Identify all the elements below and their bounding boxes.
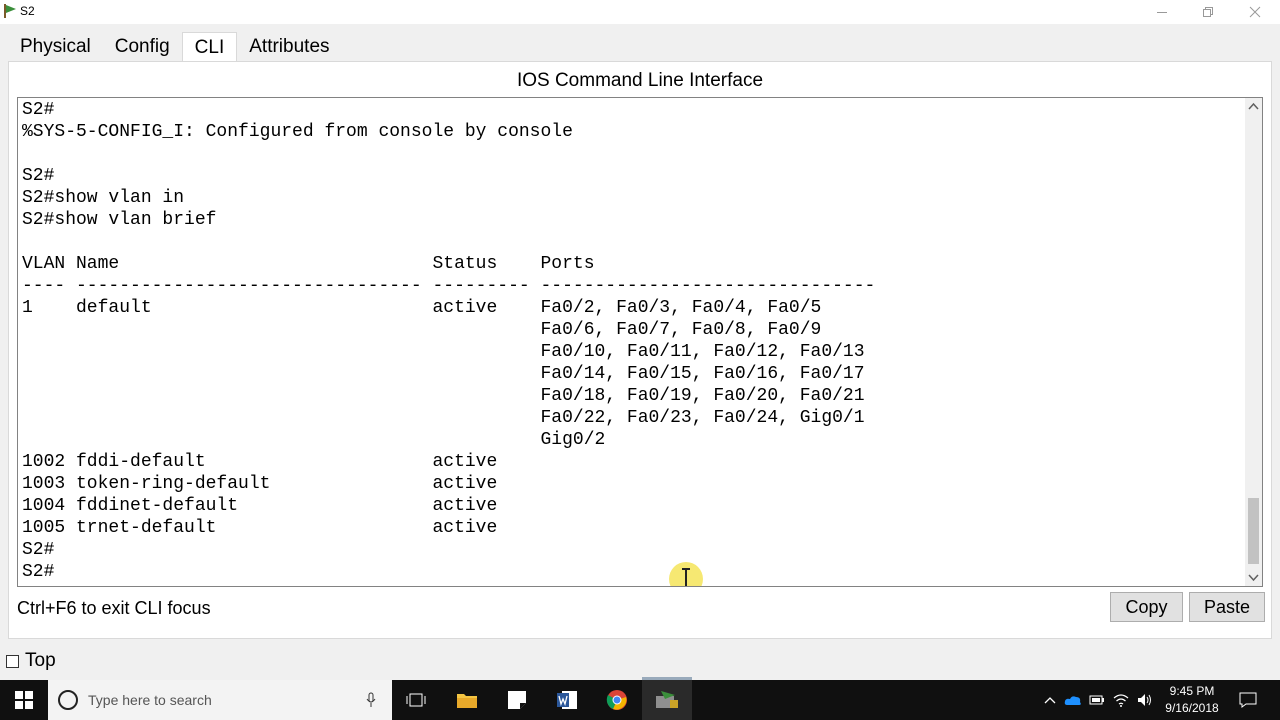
- text-cursor-highlight-icon: [669, 562, 703, 586]
- tab-config[interactable]: Config: [103, 32, 182, 62]
- scroll-thumb[interactable]: [1248, 498, 1259, 564]
- tab-cli[interactable]: CLI: [181, 32, 238, 63]
- terminal-line: S2#show vlan brief: [22, 210, 217, 230]
- close-window-button[interactable]: [1232, 0, 1278, 24]
- minimize-button[interactable]: [1139, 0, 1185, 24]
- chevron-up-icon: [1044, 697, 1056, 704]
- tab-physical[interactable]: Physical: [8, 32, 103, 62]
- tab-attributes[interactable]: Attributes: [237, 32, 341, 62]
- terminal-line: 1002 fddi-default active: [22, 452, 498, 472]
- battery-icon: [1089, 695, 1104, 705]
- terminal-line: ---- -------------------------------- --…: [22, 276, 876, 296]
- show-hidden-icons-button[interactable]: [1040, 680, 1060, 720]
- task-view-button[interactable]: [392, 680, 440, 720]
- word-button[interactable]: [542, 680, 592, 720]
- terminal-line: %SYS-5-CONFIG_I: Configured from console…: [22, 122, 573, 142]
- terminal-line: S2#show vlan in: [22, 188, 185, 208]
- restore-button[interactable]: [1185, 0, 1231, 24]
- word-icon: [557, 691, 577, 709]
- terminal-line: S2#: [22, 562, 55, 582]
- terminal-line: 1004 fddinet-default active: [22, 496, 498, 516]
- start-button[interactable]: [0, 680, 48, 720]
- chrome-icon: [606, 690, 627, 710]
- windows-start-icon: [15, 691, 33, 709]
- cli-heading: IOS Command Line Interface: [516, 70, 764, 91]
- terminal-scrollbar[interactable]: [1245, 98, 1262, 586]
- terminal-line: 1003 token-ring-default active: [22, 474, 498, 494]
- taskbar-search-box[interactable]: Type here to search: [48, 680, 392, 720]
- terminal-line: 1 default active Fa0/2, Fa0/3, Fa0/4, Fa…: [22, 298, 822, 318]
- top-checkbox-row[interactable]: Top: [6, 650, 56, 672]
- battery-tray-button[interactable]: [1086, 680, 1108, 720]
- active-app-indicator: [642, 677, 692, 680]
- terminal-line: Fa0/10, Fa0/11, Fa0/12, Fa0/13: [22, 342, 865, 362]
- sticky-notes-button[interactable]: [492, 680, 542, 720]
- sticky-notes-icon: [508, 691, 526, 709]
- file-explorer-icon: [457, 694, 477, 708]
- top-checkbox-label: Top: [25, 650, 56, 671]
- terminal-line: 1005 trnet-default active: [22, 518, 498, 538]
- window-title: S2: [20, 4, 35, 18]
- volume-tray-button[interactable]: [1134, 680, 1156, 720]
- window-title-bar: S2: [0, 0, 1280, 24]
- packet-tracer-taskbar-button[interactable]: [642, 680, 692, 720]
- taskbar: Type here to search 9:45 PM 9/16/2018: [0, 680, 1280, 720]
- chrome-button[interactable]: [592, 680, 642, 720]
- cortana-icon: [58, 690, 78, 710]
- cli-terminal[interactable]: S2# %SYS-5-CONFIG_I: Configured from con…: [17, 97, 1263, 587]
- microphone-icon[interactable]: [366, 692, 376, 708]
- scroll-down-icon[interactable]: [1248, 574, 1259, 582]
- taskbar-clock[interactable]: 9:45 PM 9/16/2018: [1162, 683, 1222, 717]
- terminal-line: S2#: [22, 100, 55, 120]
- restore-icon: [1203, 7, 1213, 17]
- wifi-tray-button[interactable]: [1110, 680, 1132, 720]
- onedrive-tray-button[interactable]: [1062, 680, 1084, 720]
- wifi-icon: [1113, 694, 1129, 707]
- action-center-button[interactable]: [1228, 680, 1268, 720]
- paste-button[interactable]: Paste: [1189, 592, 1265, 622]
- search-placeholder: Type here to search: [88, 692, 212, 708]
- terminal-line: VLAN Name Status Ports: [22, 254, 595, 274]
- onedrive-icon: [1064, 696, 1081, 705]
- cli-focus-hint: Ctrl+F6 to exit CLI focus: [17, 598, 211, 618]
- task-view-icon: [406, 693, 426, 707]
- volume-icon: [1138, 694, 1151, 706]
- minimize-icon: [1157, 12, 1167, 13]
- terminal-line: S2#: [22, 166, 55, 186]
- terminal-line: Gig0/2: [22, 430, 606, 450]
- clock-time: 9:45 PM: [1169, 684, 1215, 698]
- copy-button[interactable]: Copy: [1110, 592, 1183, 622]
- notifications-icon: [1239, 692, 1257, 708]
- terminal-output[interactable]: S2# %SYS-5-CONFIG_I: Configured from con…: [22, 99, 1242, 583]
- cli-panel: IOS Command Line Interface S2# %SYS-5-CO…: [8, 61, 1272, 639]
- device-tabs: Physical Config CLI Attributes: [8, 32, 342, 63]
- terminal-line: Fa0/14, Fa0/15, Fa0/16, Fa0/17: [22, 364, 865, 384]
- terminal-line: Fa0/18, Fa0/19, Fa0/20, Fa0/21: [22, 386, 865, 406]
- terminal-line: Fa0/6, Fa0/7, Fa0/8, Fa0/9: [22, 320, 822, 340]
- clock-date: 9/16/2018: [1165, 701, 1219, 715]
- packet-tracer-icon: [2, 3, 18, 19]
- file-explorer-button[interactable]: [442, 680, 492, 720]
- terminal-line: S2#: [22, 540, 55, 560]
- terminal-line: Fa0/22, Fa0/23, Fa0/24, Gig0/1: [22, 408, 865, 428]
- top-checkbox[interactable]: [6, 654, 19, 668]
- scroll-up-icon[interactable]: [1248, 102, 1259, 110]
- packet-tracer-taskbar-icon: [656, 691, 678, 708]
- close-icon: [1249, 6, 1261, 18]
